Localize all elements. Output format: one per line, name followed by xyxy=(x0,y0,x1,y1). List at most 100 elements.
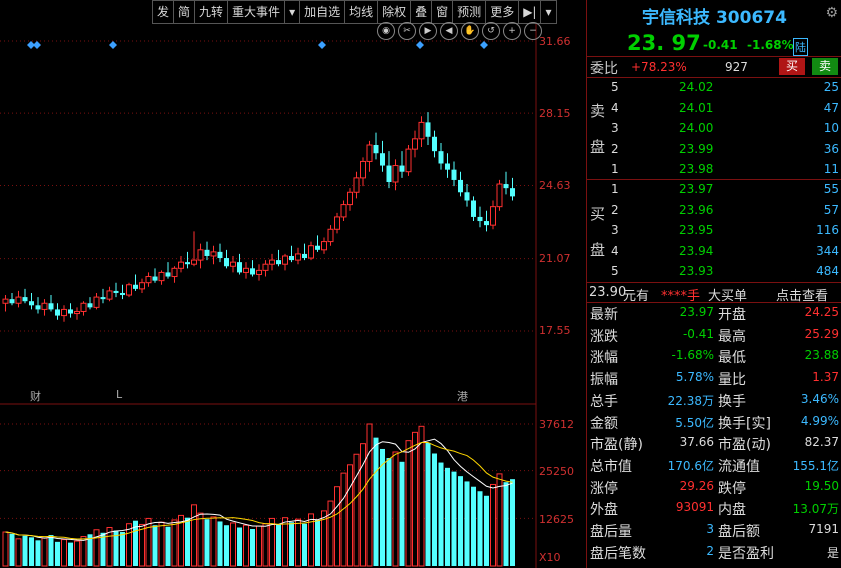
hand-icon[interactable]: ✋ xyxy=(461,22,479,40)
candle-down xyxy=(458,179,463,193)
toolbar-item[interactable]: 预测 xyxy=(453,1,487,23)
play-icon[interactable]: ▶ xyxy=(419,22,437,40)
eye-icon[interactable]: ◉ xyxy=(377,22,395,40)
candle-down xyxy=(87,303,93,308)
candle-down xyxy=(302,253,307,259)
bid-price: 23.93 xyxy=(679,264,714,278)
stock-code: 300674 xyxy=(715,8,787,28)
volume-bar-up xyxy=(197,512,204,567)
ask-row[interactable]: 4 24.01 47 xyxy=(587,99,841,119)
undo-icon[interactable]: ↺ xyxy=(482,22,500,40)
stat-label: 内盘 xyxy=(718,502,746,519)
volume-bar-down xyxy=(204,519,210,566)
volume-bar-up xyxy=(295,518,301,567)
candle-down xyxy=(29,301,34,306)
volume-bar-down xyxy=(237,527,242,566)
event-gang[interactable]: 港 xyxy=(457,388,468,404)
candle-down xyxy=(432,136,437,152)
volume-bar-down xyxy=(315,519,320,566)
volume-bar-down xyxy=(250,529,255,566)
ask-level: 2 xyxy=(611,141,619,156)
bid-row[interactable]: 4 23.94 344 xyxy=(587,242,841,262)
candle-up xyxy=(178,261,184,269)
toolbar-item[interactable]: ▶| xyxy=(519,1,542,23)
bid-row[interactable]: 1 23.97 55 xyxy=(587,180,841,200)
weibi-value: +78.23% xyxy=(631,60,687,74)
event-l[interactable]: L xyxy=(116,388,122,401)
ask-row[interactable]: 3 24.00 10 xyxy=(587,119,841,139)
volume-bar-up xyxy=(93,529,100,567)
toolbar-item[interactable]: 加自选 xyxy=(300,1,346,23)
volume-bar-up xyxy=(405,440,412,567)
bid-volume: 344 xyxy=(816,243,839,258)
volume-bar-down xyxy=(289,522,294,566)
ask-row[interactable]: 2 23.99 36 xyxy=(587,140,841,160)
candle-down xyxy=(399,165,405,172)
ask-volume: 25 xyxy=(823,80,839,94)
candle-down xyxy=(464,192,470,201)
candle-down xyxy=(484,221,489,226)
kline-chart[interactable] xyxy=(0,0,586,568)
toolbar-item[interactable]: ▾ xyxy=(285,1,301,23)
ask-price: 24.02 xyxy=(679,80,714,94)
stat-value: 25.29 xyxy=(804,326,839,341)
stat-value: 5.50亿 xyxy=(675,415,714,430)
bid-volume: 116 xyxy=(816,223,839,237)
bid-volume: 57 xyxy=(823,202,839,217)
candle-up xyxy=(230,261,236,267)
volume-bar-down xyxy=(425,442,431,566)
bid-row[interactable]: 5 23.93 484 xyxy=(587,262,841,282)
toolbar-item[interactable]: 窗 xyxy=(432,1,454,23)
candle-down xyxy=(386,165,392,182)
toolbar-item[interactable]: 发 xyxy=(153,1,175,23)
kline-chart-area[interactable]: 发简九转 重大事件 ▾ 加自选 均线 除权叠窗预测 更多 ▶| ▾ ◉ ✂ ▶ ◀ ✋ ↺ + − 31.66… xyxy=(0,0,586,568)
volume-bar-up xyxy=(334,486,340,567)
sell-button[interactable]: 卖 xyxy=(812,58,838,75)
stat-value: 93091 xyxy=(675,500,714,515)
stat-value: 23.97 xyxy=(679,305,714,319)
chart-toolbar: 发简九转 重大事件 ▾ 加自选 均线 除权叠窗预测 更多 ▶| ▾ xyxy=(152,0,557,24)
event-cai[interactable]: 财 xyxy=(30,388,41,404)
zoom-in-icon[interactable]: + xyxy=(503,22,521,40)
candle-up xyxy=(418,121,425,140)
buy-button[interactable]: 买 xyxy=(779,58,805,75)
volume-bar-down xyxy=(22,535,28,566)
toolbar-item[interactable]: 九转 xyxy=(195,1,229,23)
bid-row[interactable]: 3 23.95 116 xyxy=(587,221,841,241)
scissors-icon[interactable]: ✂ xyxy=(398,22,416,40)
volume-bar-down xyxy=(386,458,392,566)
toolbar-item[interactable]: ▾ xyxy=(541,1,555,23)
toolbar-item[interactable]: 除权 xyxy=(378,1,412,23)
candle-up xyxy=(496,183,503,208)
stat-row: 金额 5.50亿 换手[实] 4.99% xyxy=(587,412,841,432)
candle-up xyxy=(2,298,9,304)
toolbar-item[interactable]: 叠 xyxy=(411,1,433,23)
event-marker xyxy=(109,41,117,49)
volume-unit: X10 xyxy=(539,551,561,564)
ask-row[interactable]: 1 23.98 11 xyxy=(587,160,841,180)
gear-icon[interactable]: ⚙ xyxy=(825,5,838,21)
toolbar-item[interactable]: 更多 xyxy=(486,1,520,23)
candle-up xyxy=(405,148,412,173)
volume-bar-down xyxy=(503,482,509,566)
ask-price: 24.00 xyxy=(679,121,714,135)
candle-up xyxy=(191,259,197,265)
volume-bar-up xyxy=(15,538,22,567)
toolbar-item[interactable]: 重大事件 xyxy=(228,1,286,23)
volume-bar-up xyxy=(80,536,87,567)
bid-row[interactable]: 2 23.96 57 xyxy=(587,201,841,221)
toolbar-item[interactable]: 均线 xyxy=(345,1,379,23)
stock-name: 宇信科技 xyxy=(642,8,711,28)
candle-down xyxy=(217,251,223,259)
volume-bar-down xyxy=(276,524,281,566)
toolbar-item[interactable]: 简 xyxy=(174,1,196,23)
candle-up xyxy=(295,253,301,261)
left-icon[interactable]: ◀ xyxy=(440,22,458,40)
stat-value: 170.6亿 xyxy=(667,458,714,473)
ask-row[interactable]: 5 24.02 25 xyxy=(587,78,841,98)
price-tick: 17.55 xyxy=(539,324,571,337)
big-buy-order[interactable]: 23.90 元有 ****手 大买单 点击查看 xyxy=(587,283,841,304)
volume-bar-up xyxy=(366,423,373,567)
stat-row: 总市值 170.6亿 流通值 155.1亿 xyxy=(587,455,841,475)
volume-bar-up xyxy=(171,519,178,567)
